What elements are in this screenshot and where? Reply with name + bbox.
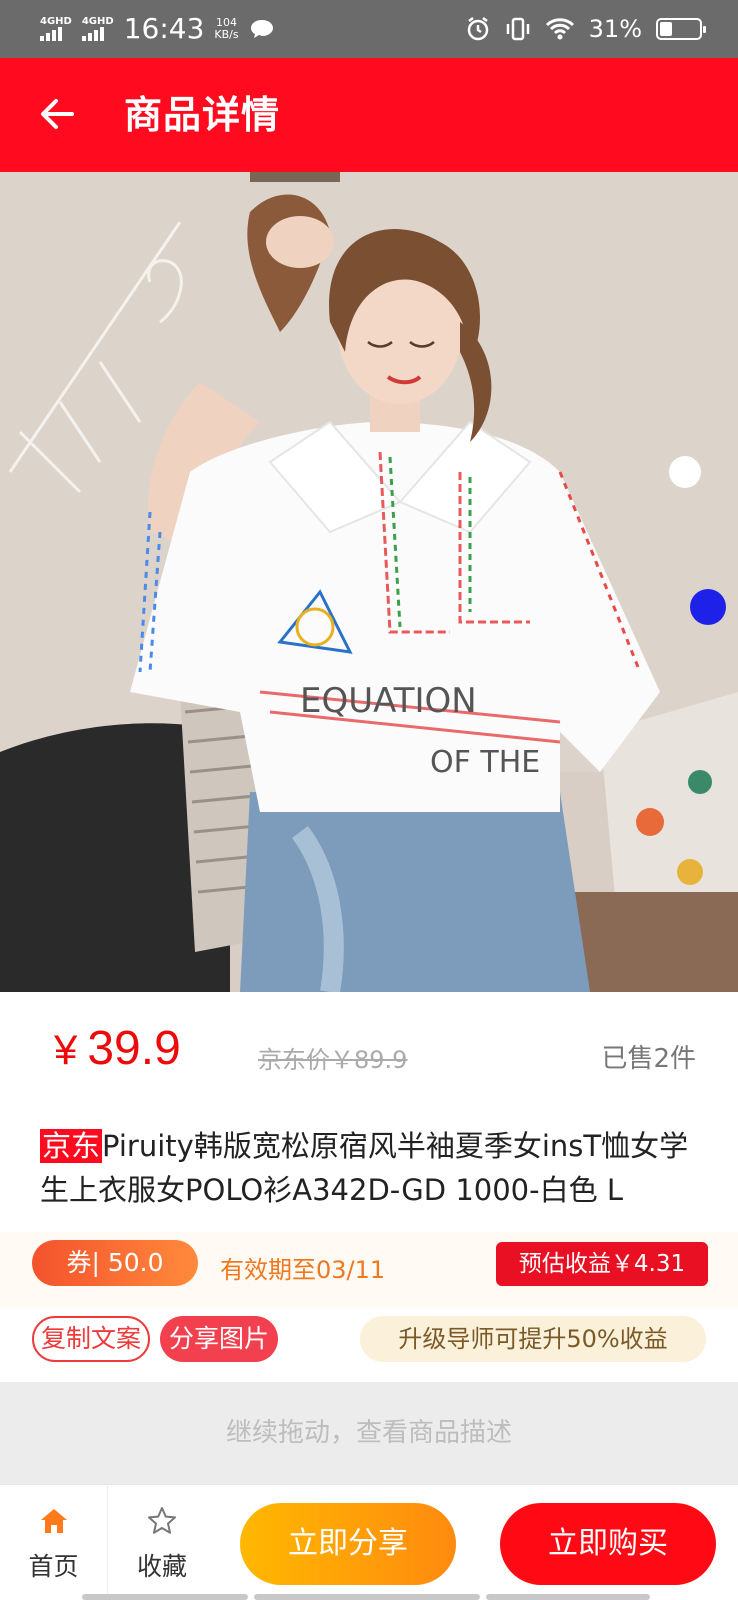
price-value: 39.9 bbox=[87, 1022, 181, 1075]
favorite-button[interactable]: 收藏 bbox=[108, 1485, 216, 1600]
copy-text-button[interactable]: 复制文案 bbox=[32, 1316, 150, 1362]
clock: 16:43 bbox=[123, 12, 205, 45]
vibrate-icon bbox=[506, 17, 529, 41]
product-title-text: Piruity韩版宽松原宿风半袖夏季女insT恤女学生上衣服女POLO衫A342… bbox=[40, 1129, 689, 1207]
wifi-icon bbox=[545, 18, 574, 40]
battery-icon bbox=[656, 18, 706, 40]
status-left: 4GHD 4GHD 16:43 104 KB/s bbox=[40, 12, 275, 46]
original-price: 京东价￥89.9 bbox=[258, 1046, 408, 1074]
coupon-validity: 有效期至03/11 bbox=[220, 1256, 386, 1284]
signal-icon-2: 4GHD bbox=[81, 16, 114, 41]
upgrade-mentor-banner[interactable]: 升级导师可提升50%收益 bbox=[360, 1316, 706, 1362]
product-title: 京东Piruity韩版宽松原宿风半袖夏季女insT恤女学生上衣服女POLO衫A3… bbox=[40, 1124, 700, 1212]
share-now-button[interactable]: 立即分享 bbox=[240, 1503, 456, 1585]
star-icon bbox=[148, 1507, 176, 1534]
top-app-bar: 商品详情 bbox=[0, 58, 738, 172]
network-speed: 104 KB/s bbox=[214, 17, 238, 41]
coupon-row: 券| 50.0 有效期至03/11 预估收益￥4.31 bbox=[0, 1232, 738, 1308]
home-label: 首页 bbox=[28, 1552, 79, 1581]
buy-now-button[interactable]: 立即购买 bbox=[500, 1503, 716, 1585]
page-title: 商品详情 bbox=[124, 93, 281, 137]
alarm-icon bbox=[467, 17, 488, 41]
battery-percent: 31% bbox=[588, 15, 642, 43]
sale-price: ¥39.9 bbox=[54, 1020, 181, 1079]
home-button[interactable]: 首页 bbox=[0, 1485, 108, 1600]
chat-icon bbox=[250, 20, 273, 38]
product-detail-page: 4GHD 4GHD 16:43 104 KB/s 31% 商品详情 EQUATI… bbox=[0, 0, 738, 1600]
product-photo: EQUATION OF THE bbox=[0, 172, 738, 992]
product-info: ¥39.9 京东价￥89.9 已售2件 京东Piruity韩版宽松原宿风半袖夏季… bbox=[0, 992, 738, 1232]
network-type-2: 4GHD bbox=[81, 16, 114, 27]
home-icon bbox=[41, 1509, 67, 1533]
share-image-button[interactable]: 分享图片 bbox=[160, 1316, 278, 1362]
svg-text:OF THE: OF THE bbox=[430, 745, 540, 780]
favorite-label: 收藏 bbox=[136, 1552, 187, 1581]
sold-count: 已售2件 bbox=[601, 1044, 696, 1074]
status-bar: 4GHD 4GHD 16:43 104 KB/s 31% bbox=[0, 0, 738, 58]
status-right: 31% bbox=[465, 12, 706, 46]
drag-to-view-description-hint: 继续拖动，查看商品描述 bbox=[0, 1382, 738, 1484]
bottom-action-bar: 首页 收藏 立即分享 立即购买 bbox=[0, 1484, 738, 1600]
svg-text:EQUATION: EQUATION bbox=[300, 681, 477, 721]
speed-unit: KB/s bbox=[214, 28, 239, 41]
gesture-bar bbox=[82, 1594, 650, 1600]
arrow-left-icon[interactable] bbox=[38, 94, 78, 134]
currency-symbol: ¥ bbox=[54, 1026, 78, 1073]
network-type-1: 4GHD bbox=[40, 16, 72, 27]
store-tag: 京东 bbox=[40, 1129, 103, 1163]
estimated-earnings-badge: 预估收益￥4.31 bbox=[496, 1242, 708, 1286]
coupon-button[interactable]: 券| 50.0 bbox=[32, 1240, 198, 1286]
share-actions-row: 复制文案 分享图片 升级导师可提升50%收益 bbox=[0, 1308, 738, 1382]
product-image-carousel[interactable]: EQUATION OF THE bbox=[0, 172, 738, 992]
signal-icon: 4GHD bbox=[40, 17, 72, 41]
